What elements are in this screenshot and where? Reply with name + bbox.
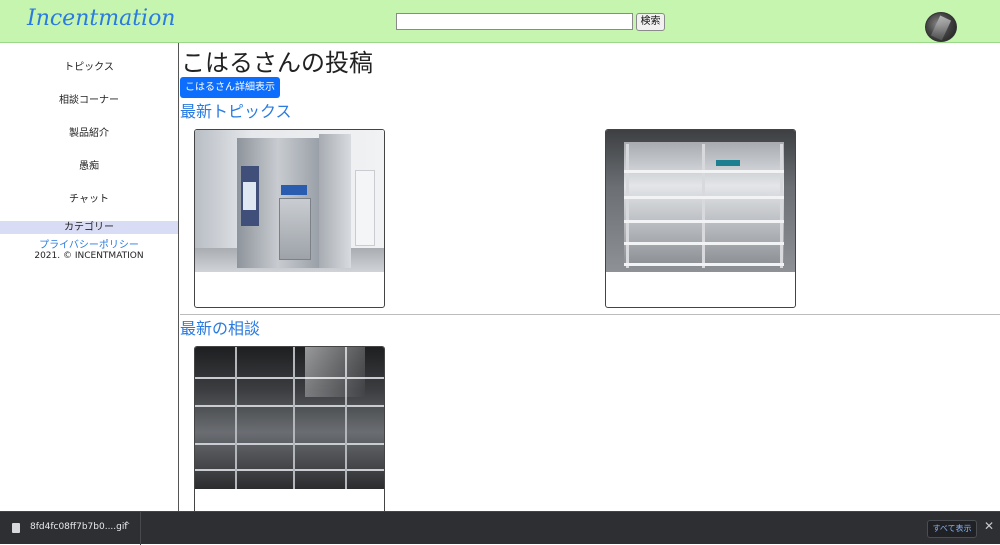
privacy-policy-link[interactable]: プライバシーポリシー	[0, 236, 178, 251]
sidebar-item-complaints[interactable]: 愚痴	[0, 157, 178, 172]
close-icon[interactable]: ✕	[984, 519, 994, 533]
section-divider	[180, 314, 1000, 315]
sidebar-item-chat[interactable]: チャット	[0, 190, 178, 205]
file-icon	[12, 523, 20, 533]
show-all-downloads-button[interactable]: すべて表示	[927, 520, 977, 538]
chevron-up-icon[interactable]: ^	[123, 521, 131, 531]
copyright-text: 2021. © INCENTMATION	[34, 251, 144, 261]
latest-consultation-heading[interactable]: 最新の相談	[180, 315, 260, 339]
topic-card[interactable]	[605, 129, 796, 308]
search-button[interactable]: 検索	[636, 13, 665, 31]
site-logo[interactable]: Incentmation	[27, 6, 175, 31]
top-header: Incentmation 検索	[0, 0, 1000, 43]
topic-image-rack[interactable]	[606, 130, 795, 272]
download-file-name[interactable]: 8fd4fc08ff7b7b0....gif	[30, 522, 128, 532]
sidebar-item-consultation[interactable]: 相談コーナー	[0, 91, 178, 106]
consultation-image-washer[interactable]	[195, 347, 384, 489]
topic-image-cabinet[interactable]	[195, 130, 384, 272]
user-detail-button[interactable]: こはるさん詳細表示	[180, 77, 280, 98]
sidebar: トピックス 相談コーナー 製品紹介 愚痴 チャット カテゴリー プライバシーポリ…	[0, 43, 179, 511]
latest-topics-heading[interactable]: 最新トピックス	[180, 98, 292, 122]
downloads-bar: 8fd4fc08ff7b7b0....gif ^ すべて表示 ✕	[0, 511, 1000, 545]
topic-card[interactable]	[194, 129, 385, 308]
search-input[interactable]	[396, 13, 633, 30]
consultation-card[interactable]	[194, 346, 385, 511]
main-content: こはるさんの投稿 こはるさん詳細表示 最新トピックス 最新の相談	[180, 43, 1000, 511]
page-title: こはるさんの投稿	[181, 49, 373, 77]
download-item[interactable]: 8fd4fc08ff7b7b0....gif ^	[0, 512, 141, 545]
user-avatar[interactable]	[925, 12, 957, 42]
sidebar-item-topics[interactable]: トピックス	[0, 58, 178, 73]
sidebar-item-products[interactable]: 製品紹介	[0, 124, 178, 139]
sidebar-category[interactable]: カテゴリー	[0, 221, 178, 234]
